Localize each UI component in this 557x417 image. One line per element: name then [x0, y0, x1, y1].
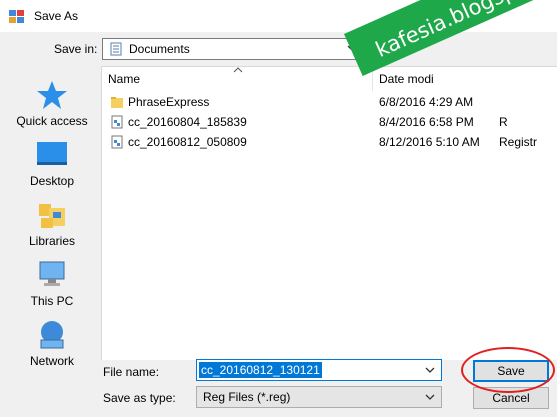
save-in-value: Documents [129, 42, 190, 56]
file-name-cell: PhraseExpress [128, 95, 210, 109]
place-network[interactable]: Network [7, 316, 97, 374]
save-as-type-value: Reg Files (*.reg) [203, 390, 291, 404]
column-header-name[interactable]: Name [108, 67, 140, 91]
place-label: Libraries [28, 234, 76, 248]
place-desktop[interactable]: Desktop [7, 136, 97, 194]
sort-ascending-icon [233, 67, 243, 73]
folder-icon [111, 97, 123, 108]
regedit-icon [9, 10, 24, 23]
file-name-cell: cc_20160804_185839 [128, 115, 247, 129]
network-icon [40, 321, 64, 349]
file-row[interactable]: cc_20160812_050809 8/12/2016 5:10 AM Reg… [102, 132, 557, 152]
file-type-cell: R [499, 115, 508, 129]
file-name-cell: cc_20160812_050809 [128, 135, 247, 149]
chevron-down-icon[interactable] [425, 393, 435, 401]
column-header-date[interactable]: Date modi [379, 67, 434, 91]
annotation-circle [461, 347, 555, 393]
save-as-type-label: Save as type: [103, 391, 176, 405]
places-bar: Quick access Desktop Libraries This PC N… [7, 66, 97, 376]
place-label: This PC [30, 294, 74, 308]
star-icon [37, 81, 67, 109]
place-libraries[interactable]: Libraries [7, 196, 97, 254]
save-in-combo[interactable]: Documents [102, 38, 364, 60]
chevron-down-icon[interactable] [425, 366, 435, 374]
file-type-cell: Registr [499, 135, 538, 149]
libraries-icon [39, 204, 65, 228]
window-title: Save As [34, 9, 79, 23]
save-as-type-select[interactable]: Reg Files (*.reg) [196, 386, 442, 408]
desktop-icon [37, 142, 67, 165]
file-name-input[interactable]: cc_20160812_130121 [196, 359, 442, 381]
file-date-cell: 6/8/2016 4:29 AM [379, 95, 474, 109]
file-name-label: File name: [103, 365, 160, 379]
reg-file-icon [111, 135, 123, 149]
file-row[interactable]: PhraseExpress 6/8/2016 4:29 AM [102, 92, 557, 112]
file-row[interactable]: cc_20160804_185839 8/4/2016 6:58 PM R [102, 112, 557, 132]
place-quick-access[interactable]: Quick access [7, 76, 97, 134]
file-name-value: cc_20160812_130121 [199, 362, 322, 378]
place-this-pc[interactable]: This PC [7, 256, 97, 314]
documents-folder-icon [110, 42, 122, 56]
file-date-cell: 8/12/2016 5:10 AM [379, 135, 480, 149]
place-label: Network [29, 354, 74, 368]
file-date-cell: 8/4/2016 6:58 PM [379, 115, 474, 129]
place-label: Desktop [29, 174, 75, 188]
place-label: Quick access [16, 114, 88, 128]
reg-file-icon [111, 115, 123, 129]
file-list[interactable]: Name Date modi PhraseExpress 6/8/2016 4:… [101, 66, 557, 360]
save-in-label: Save in: [54, 42, 98, 56]
computer-icon [39, 261, 65, 286]
